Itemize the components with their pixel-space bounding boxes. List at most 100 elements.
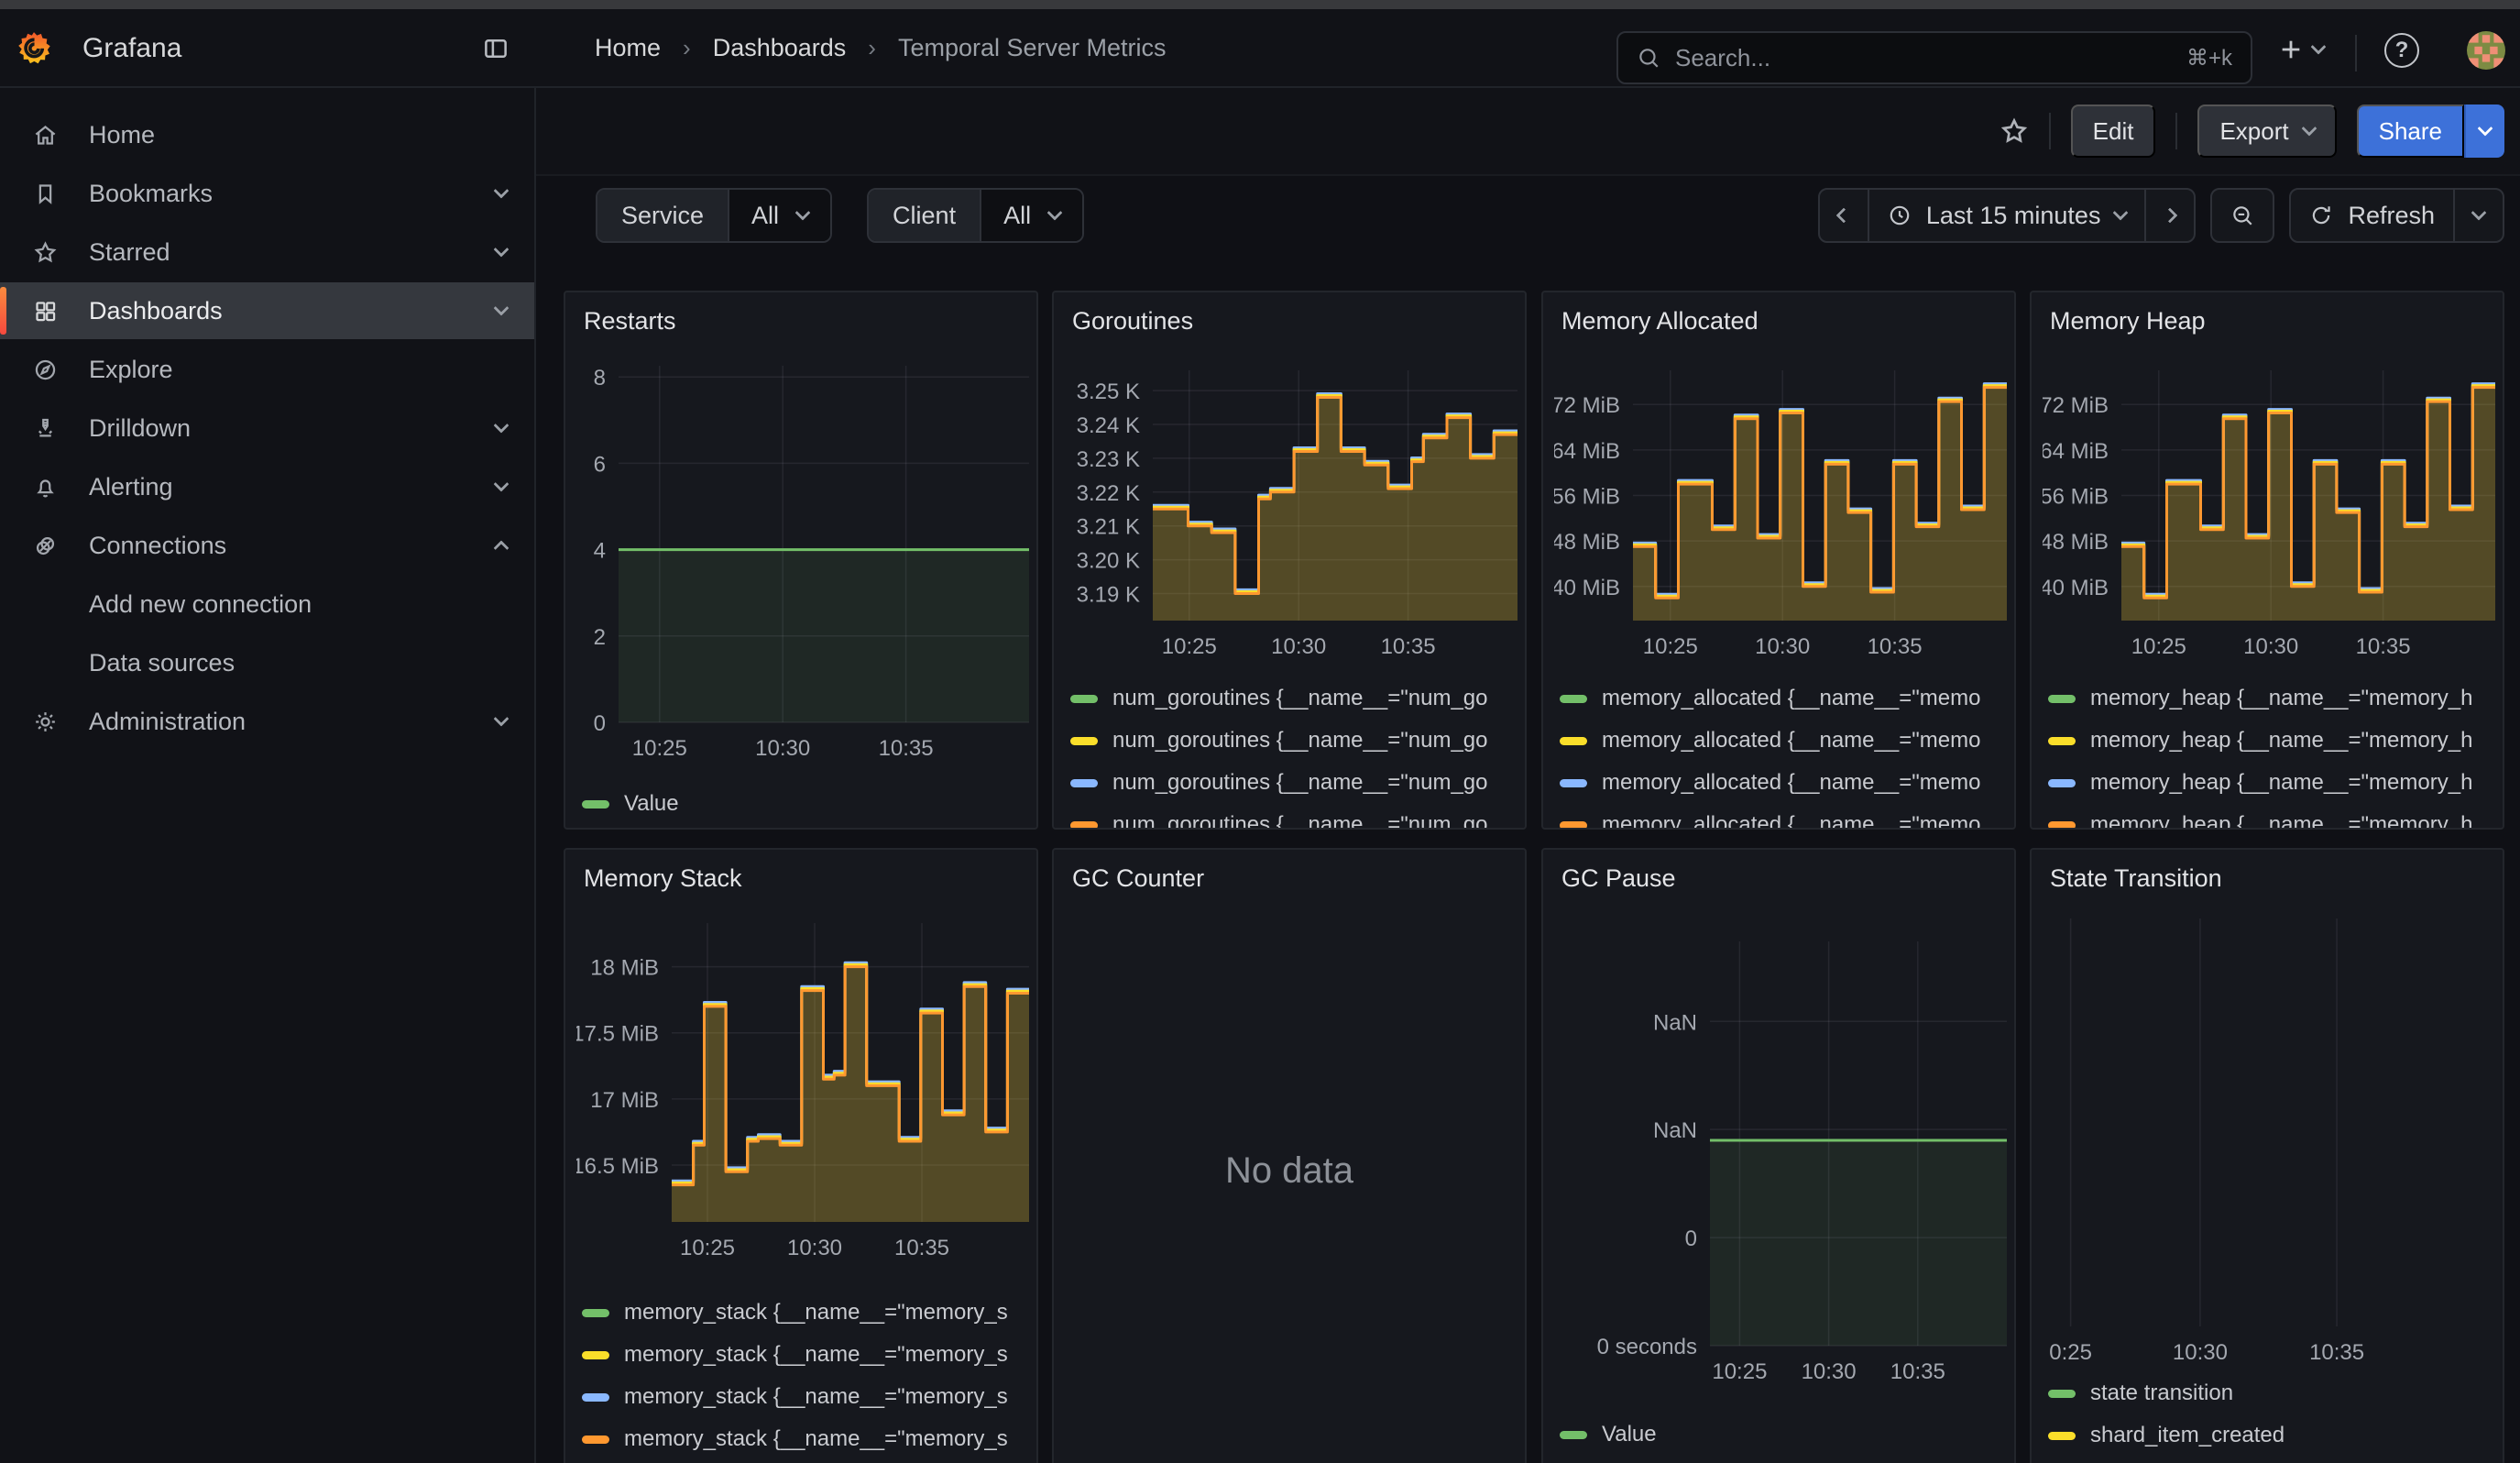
- legend-label[interactable]: num_goroutines {__name__="num_go: [1112, 728, 1488, 754]
- share-menu-button[interactable]: [2464, 104, 2504, 158]
- chevron-up-icon[interactable]: [494, 540, 509, 556]
- sidebar-item-explore[interactable]: Explore: [0, 341, 534, 398]
- legend-item[interactable]: memory_stack {__name__="memory_s: [582, 1292, 1029, 1334]
- sidebar-toggle-icon[interactable]: [482, 35, 509, 62]
- service-filter-value[interactable]: All: [728, 190, 830, 241]
- search-box[interactable]: ⌘+k: [1616, 31, 2252, 84]
- panel-title[interactable]: Memory Allocated: [1561, 307, 1759, 336]
- legend-item[interactable]: memory_stack {__name__="memory_s: [582, 1334, 1029, 1376]
- client-filter-value[interactable]: All: [980, 190, 1082, 241]
- legend-item[interactable]: num_goroutines {__name__="num_go: [1070, 677, 1517, 720]
- legend-label[interactable]: memory_allocated {__name__="memo: [1602, 770, 1980, 796]
- panel-title[interactable]: Goroutines: [1072, 307, 1193, 336]
- sidebar-item-data-sources[interactable]: Data sources: [0, 634, 534, 691]
- sidebar-item-drilldown[interactable]: Drilldown: [0, 400, 534, 456]
- zoom-out-button[interactable]: [2212, 190, 2273, 241]
- sidebar-item-label: Starred: [89, 238, 170, 267]
- legend-item[interactable]: memory_allocated {__name__="memo: [1560, 677, 2007, 720]
- legend-item[interactable]: memory_heap {__name__="memory_h: [2048, 677, 2495, 720]
- refresh-interval-button[interactable]: [2453, 190, 2503, 241]
- sidebar-item-alerting[interactable]: Alerting: [0, 458, 534, 515]
- time-shift-back-button[interactable]: [1820, 190, 1868, 241]
- sidebar-item-home[interactable]: Home: [0, 106, 534, 163]
- sidebar-item-connections[interactable]: Connections: [0, 517, 534, 574]
- legend-item[interactable]: Value: [1560, 1414, 2007, 1456]
- grafana-logo-icon[interactable]: [15, 29, 53, 68]
- legend-item[interactable]: memory_heap {__name__="memory_h: [2048, 804, 2495, 830]
- legend-item[interactable]: Value: [582, 783, 1029, 825]
- memory-allocated-chart[interactable]: 10:2510:3010:3540 MiB48 MiB56 MiB64 MiB7…: [1554, 370, 2007, 659]
- export-button[interactable]: Export: [2197, 104, 2336, 158]
- chevron-down-icon[interactable]: [494, 418, 509, 434]
- legend-label[interactable]: memory_stack {__name__="memory_s: [624, 1426, 1008, 1452]
- legend-label[interactable]: memory_allocated {__name__="memo: [1602, 686, 1980, 711]
- legend-label[interactable]: Value: [1602, 1422, 1657, 1447]
- legend-label[interactable]: num_goroutines {__name__="num_go: [1112, 686, 1488, 711]
- chevron-down-icon[interactable]: [494, 242, 509, 258]
- sidebar-item-dashboards[interactable]: Dashboards: [0, 282, 534, 339]
- legend-item[interactable]: memory_heap {__name__="memory_h: [2048, 720, 2495, 762]
- breadcrumb-current-page: Temporal Server Metrics: [898, 34, 1167, 62]
- legend-label[interactable]: memory_heap {__name__="memory_h: [2090, 686, 2472, 711]
- legend-label[interactable]: memory_heap {__name__="memory_h: [2090, 812, 2472, 830]
- svg-text:72 MiB: 72 MiB: [2043, 393, 2109, 418]
- legend-label[interactable]: memory_heap {__name__="memory_h: [2090, 728, 2472, 754]
- legend-label[interactable]: memory_heap {__name__="memory_h: [2090, 770, 2472, 796]
- restarts-chart[interactable]: 10:2510:3010:3502468: [576, 366, 1029, 763]
- refresh-group: Refresh: [2289, 188, 2504, 243]
- zoom-out-icon: [2230, 204, 2254, 227]
- legend-item[interactable]: num_goroutines {__name__="num_go: [1070, 720, 1517, 762]
- favorite-star-icon[interactable]: [2000, 116, 2029, 146]
- legend-label[interactable]: shard_item_created: [2090, 1423, 2284, 1448]
- sidebar-item-add-new-connection[interactable]: Add new connection: [0, 576, 534, 632]
- legend-label[interactable]: num_goroutines {__name__="num_go: [1112, 770, 1488, 796]
- chevron-down-icon[interactable]: [494, 711, 509, 727]
- time-range-picker[interactable]: Last 15 minutes: [1868, 190, 2145, 241]
- panel-title[interactable]: Restarts: [584, 307, 676, 336]
- legend-item[interactable]: memory_stack {__name__="memory_s: [582, 1376, 1029, 1418]
- legend-item[interactable]: shard_item_created: [2048, 1414, 2495, 1457]
- breadcrumb-dashboards[interactable]: Dashboards: [713, 34, 847, 62]
- legend-item[interactable]: memory_allocated {__name__="memo: [1560, 762, 2007, 804]
- svg-text:10:30: 10:30: [2173, 1340, 2228, 1365]
- legend-item[interactable]: memory_stack {__name__="memory_s: [582, 1418, 1029, 1460]
- panel-title[interactable]: Memory Stack: [584, 864, 742, 893]
- edit-button[interactable]: Edit: [2071, 104, 2156, 158]
- legend-item[interactable]: memory_allocated {__name__="memo: [1560, 720, 2007, 762]
- add-button[interactable]: [2278, 37, 2324, 62]
- sidebar-item-administration[interactable]: Administration: [0, 693, 534, 750]
- sidebar-item-starred[interactable]: Starred: [0, 224, 534, 280]
- panel-title[interactable]: GC Pause: [1561, 864, 1676, 893]
- goroutines-chart[interactable]: 10:2510:3010:353.19 K3.20 K3.21 K3.22 K3…: [1065, 370, 1517, 659]
- refresh-button[interactable]: Refresh: [2291, 190, 2453, 241]
- legend-label[interactable]: memory_stack {__name__="memory_s: [624, 1342, 1008, 1368]
- time-shift-forward-button[interactable]: [2144, 190, 2194, 241]
- memory-stack-chart[interactable]: 10:2510:3010:3516.5 MiB17 MiB17.5 MiB18 …: [576, 923, 1029, 1262]
- chevron-down-icon[interactable]: [494, 477, 509, 492]
- legend-item[interactable]: memory_allocated {__name__="memo: [1560, 804, 2007, 830]
- panel-title[interactable]: State Transition: [2050, 864, 2222, 893]
- sidebar-item-bookmarks[interactable]: Bookmarks: [0, 165, 534, 222]
- panel-title[interactable]: Memory Heap: [2050, 307, 2206, 336]
- legend-label[interactable]: state transition: [2090, 1380, 2233, 1406]
- memory-heap-chart[interactable]: 10:2510:3010:3540 MiB48 MiB56 MiB64 MiB7…: [2043, 370, 2495, 659]
- search-input[interactable]: [1675, 44, 2172, 72]
- legend-label[interactable]: Value: [624, 791, 679, 817]
- legend-label[interactable]: memory_stack {__name__="memory_s: [624, 1384, 1008, 1410]
- help-button[interactable]: ?: [2384, 33, 2419, 68]
- chevron-down-icon[interactable]: [494, 301, 509, 316]
- legend-item[interactable]: num_goroutines {__name__="num_go: [1070, 762, 1517, 804]
- gc-pause-chart[interactable]: 10:2510:3010:350 seconds0NaNNaN: [1554, 941, 2007, 1386]
- legend-label[interactable]: memory_stack {__name__="memory_s: [624, 1300, 1008, 1326]
- legend-label[interactable]: memory_allocated {__name__="memo: [1602, 728, 1980, 754]
- breadcrumb-home[interactable]: Home: [595, 34, 661, 62]
- legend-item[interactable]: memory_heap {__name__="memory_h: [2048, 762, 2495, 804]
- avatar[interactable]: [2467, 31, 2505, 70]
- state-transition-chart[interactable]: 0:2510:3010:35: [2043, 918, 2495, 1367]
- chevron-down-icon[interactable]: [494, 183, 509, 199]
- legend-label[interactable]: memory_allocated {__name__="memo: [1602, 812, 1980, 830]
- legend-label[interactable]: num_goroutines {__name__="num_go: [1112, 812, 1488, 830]
- legend-item[interactable]: state transition: [2048, 1372, 2495, 1414]
- legend-item[interactable]: num_goroutines {__name__="num_go: [1070, 804, 1517, 830]
- share-button[interactable]: Share: [2357, 104, 2464, 158]
